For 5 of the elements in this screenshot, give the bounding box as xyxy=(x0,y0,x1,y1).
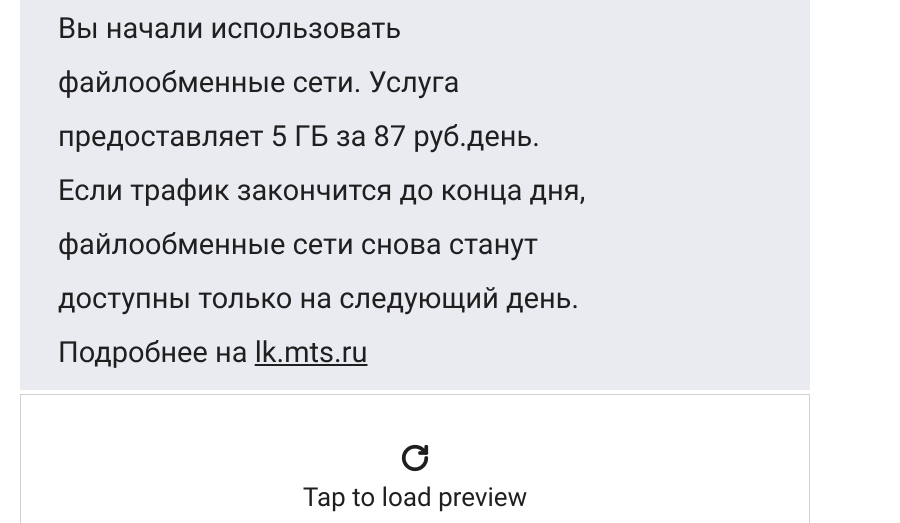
preview-label: Tap to load preview xyxy=(302,483,528,513)
link[interactable]: lk.mts.ru xyxy=(254,336,368,370)
message-text: Вы начали использовать файлообменные сети. Услуга предоставляет 5 ГБ за 87 руб.день. Если трафик закончится до конца дня, файлообменные сети снова станут доступны только на следующий день. Подробнее на lk.mts.ru xyxy=(58,11,586,372)
reload-icon xyxy=(400,443,430,473)
preview-card[interactable]: Tap to load preview xyxy=(20,394,810,523)
